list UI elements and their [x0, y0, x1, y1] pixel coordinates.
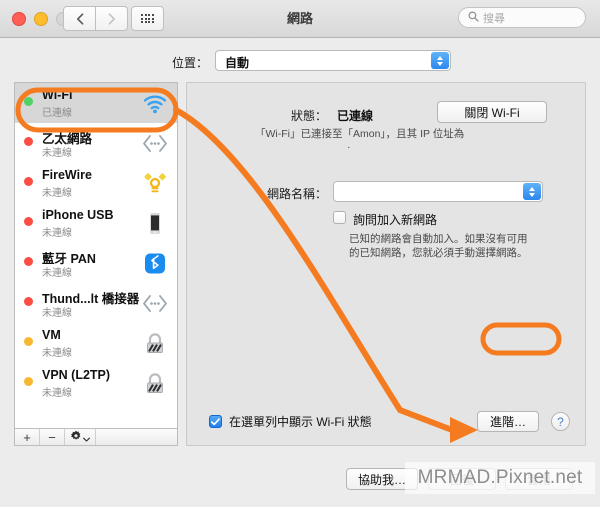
status-dot	[24, 137, 33, 146]
status-label: 狀態：	[290, 109, 327, 123]
sidebar-item-wifi[interactable]: Wi-Fi 已連線	[15, 83, 177, 123]
ethernet-icon	[142, 291, 168, 316]
sidebar-item-vpn-l2tp[interactable]: VPN (L2TP) 未連線	[15, 363, 177, 403]
status-detail-text: 「Wi-Fi」已連接至「Amon」，且其 IP 位址為	[255, 128, 465, 140]
checkbox-box	[209, 415, 222, 428]
advanced-button[interactable]: 進階…	[477, 411, 539, 432]
service-name: VM	[42, 328, 61, 342]
network-name-combobox[interactable]	[333, 181, 543, 202]
status-dot	[24, 337, 33, 346]
service-status: 未連線	[42, 388, 72, 399]
ethernet-icon	[142, 131, 168, 156]
status-dot	[24, 257, 33, 266]
combobox-arrows-icon	[523, 183, 541, 200]
watermark: MRMAD.Pixnet.net	[405, 462, 595, 494]
lock-icon	[142, 331, 168, 356]
service-actions-button[interactable]	[65, 429, 96, 445]
service-status: 已連線	[42, 108, 72, 119]
service-status: 未連線	[42, 348, 72, 359]
sidebar-item-ethernet[interactable]: 乙太網路 未連線	[15, 123, 177, 163]
network-name-label: 網路名稱：	[266, 187, 327, 201]
iphone-icon	[142, 211, 168, 236]
status-dot	[24, 297, 33, 306]
firewire-icon	[142, 171, 168, 196]
network-services-list[interactable]: Wi-Fi 已連線 乙太網路 未連線 FireWire 未連線 iPhone U…	[14, 82, 178, 444]
bluetooth-icon	[142, 251, 168, 276]
help-button[interactable]: ?	[551, 412, 570, 431]
chevron-down-icon	[83, 430, 90, 445]
search-placeholder: 搜尋	[483, 12, 505, 25]
services-toolbar: + −	[14, 428, 178, 446]
status-value: 已連線	[337, 109, 374, 123]
service-name: Wi-Fi	[42, 88, 73, 102]
sidebar-item-iphone-usb[interactable]: iPhone USB 未連線	[15, 203, 177, 243]
wifi-settings-panel: 狀態： 已連線 關閉 Wi-Fi 「Wi-Fi」已連接至「Amon」，且其 IP…	[186, 82, 586, 446]
service-name: iPhone USB	[42, 208, 114, 222]
service-status: 未連線	[42, 308, 72, 319]
add-service-button[interactable]: +	[15, 429, 40, 445]
remove-service-button[interactable]: −	[40, 429, 65, 445]
service-status: 未連線	[42, 148, 72, 159]
checkbox-box	[333, 211, 346, 224]
search-field[interactable]: 搜尋	[458, 7, 586, 28]
location-label: 位置：	[171, 56, 208, 70]
gear-icon	[70, 430, 82, 445]
search-icon	[468, 9, 479, 27]
service-name: VPN (L2TP)	[42, 368, 111, 382]
ask-to-join-description: 已知的網路會自動加入。如果沒有可用的已知網路，您就必須手動選擇網路。	[349, 233, 528, 259]
service-status: 未連線	[42, 228, 72, 239]
turn-wifi-off-button[interactable]: 關閉 Wi-Fi	[437, 101, 547, 123]
network-preferences-window: 網路 搜尋 位置： 自動 Wi-Fi 已連線 乙太網路 未連線 FireWire…	[0, 0, 600, 507]
popup-arrows-icon	[431, 52, 449, 69]
service-name: FireWire	[42, 168, 92, 182]
checkbox-label: 詢問加入新網路	[353, 213, 438, 227]
sidebar-item-thunderbolt-bridge[interactable]: Thund...lt 橋接器 未連線	[15, 283, 177, 323]
sidebar-item-firewire[interactable]: FireWire 未連線	[15, 163, 177, 203]
service-status: 未連線	[42, 188, 72, 199]
status-dot	[24, 97, 33, 106]
show-wifi-status-checkbox[interactable]: 在選單列中顯示 Wi-Fi 狀態	[209, 413, 372, 430]
status-dot	[24, 217, 33, 226]
status-detail-redacted: ·	[347, 141, 351, 153]
location-popup-button[interactable]: 自動	[215, 50, 451, 71]
ask-to-join-checkbox[interactable]: 詢問加入新網路	[333, 211, 437, 228]
service-status: 未連線	[42, 268, 72, 279]
title-bar: 網路 搜尋	[0, 0, 600, 38]
location-row: 位置： 自動	[0, 48, 600, 78]
status-dot	[24, 377, 33, 386]
sidebar-item-bluetooth-pan[interactable]: 藍牙 PAN 未連線	[15, 243, 177, 283]
status-dot	[24, 177, 33, 186]
checkbox-label: 在選單列中顯示 Wi-Fi 狀態	[229, 415, 372, 429]
wifi-icon	[142, 91, 168, 116]
location-value: 自動	[225, 56, 250, 70]
lock-icon	[142, 371, 168, 396]
sidebar-item-vm[interactable]: VM 未連線	[15, 323, 177, 363]
